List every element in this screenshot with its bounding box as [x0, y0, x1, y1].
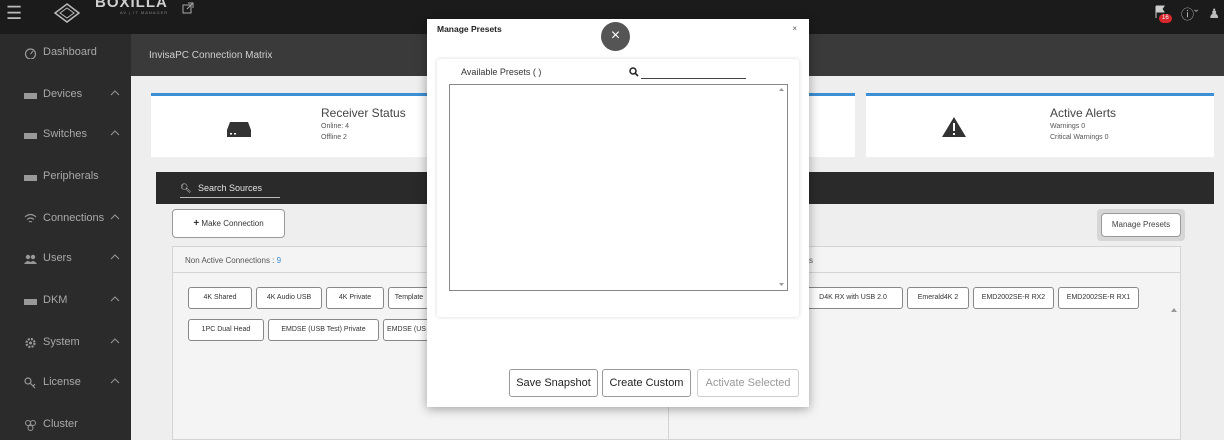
scroll-up-icon[interactable] — [1171, 307, 1177, 313]
sidebar-item-license[interactable]: License — [0, 368, 131, 398]
sidebar-item-users[interactable]: Users — [0, 244, 131, 274]
dkm-icon — [24, 299, 37, 305]
presets-listbox[interactable] — [449, 84, 788, 291]
connection-chip[interactable]: 4K Audio USB — [256, 287, 322, 309]
connection-chip[interactable]: 1PC Dual Head — [188, 319, 264, 341]
scroll-down-icon[interactable] — [779, 282, 784, 287]
chevron-up-icon — [110, 214, 120, 220]
critical-warnings-count: Critical Warnings 0 — [1050, 134, 1109, 141]
device-icon — [24, 93, 37, 99]
chevron-up-icon — [110, 378, 120, 384]
switch-icon — [24, 133, 37, 139]
peripheral-icon — [24, 175, 37, 181]
activate-selected-button[interactable]: Activate Selected — [697, 369, 799, 397]
sidebar-item-label: Connections — [43, 212, 105, 224]
make-connection-button[interactable]: + Make Connection — [172, 209, 285, 238]
users-icon — [24, 254, 37, 264]
sidebar-item-switches[interactable]: Switches — [0, 120, 131, 150]
create-custom-button[interactable]: Create Custom — [602, 369, 691, 397]
modal-title: Manage Presets — [437, 24, 502, 34]
preset-search-input[interactable] — [641, 78, 746, 79]
receiver-online-count: Online: 4 — [321, 123, 350, 130]
gear-icon — [25, 337, 36, 349]
connection-chip[interactable]: EMD2002SE-R RX2 — [973, 287, 1054, 309]
active-alerts-title: Active Alerts — [1050, 106, 1117, 120]
chevron-up-icon — [110, 90, 120, 96]
non-active-label: Non Active Connections : 9 — [185, 256, 281, 265]
boxilla-logo-icon — [53, 3, 81, 23]
cluster-icon — [25, 420, 36, 431]
sidebar-item-label: Dashboard — [43, 46, 97, 58]
search-sources-input[interactable]: 🔍︎ Search Sources — [180, 183, 280, 198]
active-header-label: s — [809, 256, 813, 265]
chevron-up-icon — [110, 338, 120, 344]
active-alerts-card: Active Alerts Warnings 0 Critical Warnin… — [866, 93, 1214, 157]
sidebar-item-system[interactable]: System — [0, 328, 131, 358]
warning-icon — [942, 117, 966, 137]
receiver-device-icon — [227, 122, 251, 137]
connection-chip[interactable]: 4K Private — [326, 287, 384, 309]
search-icon: 🔍︎ — [180, 183, 192, 193]
scroll-up-icon[interactable] — [779, 87, 784, 92]
connection-chip[interactable]: 4K Shared — [188, 287, 252, 309]
manage-presets-modal: Manage Presets × × Available Presets ( )… — [427, 19, 809, 407]
receiver-status-title: Receiver Status — [321, 106, 406, 120]
non-active-text: Non Active Connections : — [185, 256, 277, 265]
status-card — [809, 93, 855, 157]
chevron-up-icon — [110, 130, 120, 136]
sidebar-item-label: Users — [43, 252, 72, 264]
connection-chip[interactable]: Emerald4K 2 — [907, 287, 969, 309]
sidebar-item-label: DKM — [43, 294, 68, 306]
sidebar-item-label: Peripherals — [43, 170, 99, 182]
help-icon[interactable]: ⓘˇ — [1181, 4, 1198, 23]
alerts-badge: 16 — [1159, 13, 1172, 23]
search-icon — [629, 67, 639, 77]
sidebar-item-dkm[interactable]: DKM — [0, 286, 131, 316]
manage-presets-button-wrap: Manage Presets — [1097, 209, 1185, 241]
user-icon[interactable]: ♟ — [1208, 6, 1220, 22]
external-link-icon[interactable] — [182, 2, 194, 14]
brand-subtitle: AV | IT MANAGER — [120, 10, 169, 15]
sidebar: Dashboard Devices Switches Peripherals C… — [0, 34, 131, 440]
search-sources-placeholder: Search Sources — [197, 183, 262, 193]
chevron-up-icon — [110, 254, 120, 260]
alerts-flag-icon[interactable]: 16 — [1153, 5, 1172, 23]
make-connection-label: Make Connection — [201, 219, 264, 228]
available-presets-label: Available Presets ( ) — [461, 67, 542, 77]
hamburger-menu-icon[interactable]: ☰ — [6, 4, 22, 22]
dashboard-icon — [24, 48, 37, 59]
key-icon — [24, 377, 36, 389]
sidebar-item-connections[interactable]: Connections — [0, 204, 131, 234]
save-snapshot-button[interactable]: Save Snapshot — [509, 369, 598, 397]
modal-close-x-button[interactable]: × — [792, 24, 797, 33]
sidebar-item-devices[interactable]: Devices — [0, 80, 131, 110]
sidebar-item-label: Switches — [43, 128, 88, 140]
sidebar-item-label: License — [43, 376, 81, 388]
non-active-count: 9 — [276, 256, 282, 265]
presets-panel: Available Presets ( ) — [437, 59, 799, 317]
close-icon[interactable]: × — [601, 22, 630, 51]
sidebar-item-dashboard[interactable]: Dashboard — [0, 38, 131, 68]
wifi-icon — [24, 213, 37, 223]
connection-chip[interactable]: Template — [388, 287, 430, 309]
connection-chip[interactable]: EMDSE (USB Test) Private — [268, 319, 379, 341]
sidebar-item-label: System — [43, 336, 80, 348]
warnings-count: Warnings 0 — [1050, 123, 1086, 130]
sidebar-item-cluster[interactable]: Cluster — [0, 410, 131, 440]
sidebar-item-label: Devices — [43, 88, 83, 100]
connection-chip[interactable]: EMDSE (US — [383, 319, 430, 341]
manage-presets-button[interactable]: Manage Presets — [1101, 213, 1181, 237]
connection-chip[interactable]: EMD2002SE-R RX1 — [1058, 287, 1139, 309]
sidebar-item-label: Cluster — [43, 418, 78, 430]
receiver-offline-count: Offline 2 — [321, 134, 347, 141]
sidebar-item-peripherals[interactable]: Peripherals — [0, 162, 131, 192]
connection-chip[interactable]: D4K RX with USB 2.0 — [803, 287, 903, 309]
page-title: InvisaPC Connection Matrix — [149, 50, 273, 61]
chevron-up-icon — [110, 296, 120, 302]
receiver-status-card: Receiver Status Online: 4 Offline 2 — [151, 93, 431, 157]
plus-icon: + — [193, 218, 200, 229]
